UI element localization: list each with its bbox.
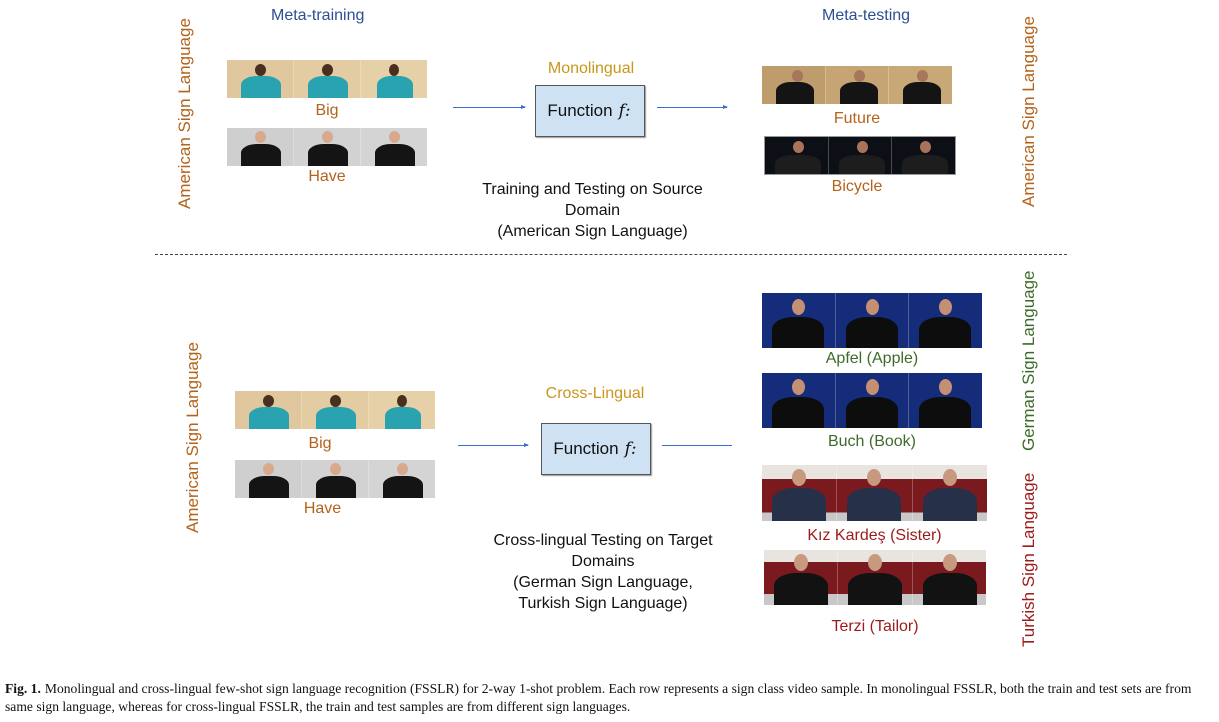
video-frame (762, 465, 837, 521)
video-frame (360, 60, 427, 98)
video-frame (762, 293, 835, 348)
sample-label-future: Future (833, 110, 881, 127)
video-frame (762, 373, 835, 428)
cross-lingual-label: Cross-Lingual (545, 385, 645, 402)
turkish-language-label: Turkish Sign Language (1019, 472, 1038, 648)
sample-label-have: Have (303, 500, 342, 517)
arrow-right-icon (662, 445, 732, 446)
section-divider (155, 254, 1067, 255)
mono-description: Training and Testing on Source Domain (A… (455, 179, 730, 242)
video-frame (293, 128, 360, 166)
sample-label-have: Have (308, 168, 346, 185)
video-frame (836, 465, 912, 521)
video-frame (301, 460, 368, 498)
meta-training-heading: Meta-training (271, 7, 365, 24)
mono-right-language-label: American Sign Language (1019, 16, 1038, 208)
sample-label-apfel: Apfel (Apple) (825, 350, 919, 367)
sample-label-big: Big (308, 435, 332, 452)
sample-label-bicycle: Bicycle (831, 178, 883, 195)
video-strip-big (235, 391, 435, 429)
sample-label-buch: Buch (Book) (827, 433, 917, 450)
video-frame (360, 128, 427, 166)
description-line: Cross-lingual Testing on Target (493, 532, 713, 549)
mono-left-language-label: American Sign Language (175, 18, 194, 210)
video-frame (301, 391, 368, 429)
caption-text: Monolingual and cross-lingual few-shot s… (5, 681, 1192, 714)
monolingual-label: Monolingual (547, 60, 635, 77)
video-frame (911, 465, 987, 521)
video-strip-terzi (764, 550, 986, 605)
video-frame (227, 128, 293, 166)
description-line: Domains (571, 553, 635, 570)
caption-label: Fig. 1. (5, 681, 41, 696)
figure-caption: Fig. 1. Monolingual and cross-lingual few… (5, 680, 1217, 716)
video-frame (227, 60, 293, 98)
video-frame (911, 550, 986, 605)
sample-label-kiz-kardes: Kız Kardeş (Sister) (807, 527, 942, 544)
cross-description: Cross-lingual Testing on Target Domains … (462, 530, 744, 614)
function-label: Function (547, 101, 613, 120)
video-frame (235, 391, 301, 429)
video-frame (368, 391, 435, 429)
meta-testing-heading: Meta-testing (822, 7, 911, 24)
video-strip-future (762, 66, 953, 104)
video-frame (834, 293, 909, 348)
description-line: Training and Testing on Source (482, 181, 703, 198)
video-frame (764, 550, 838, 605)
video-strip-bicycle (764, 136, 956, 175)
video-strip-kiz-kardes (762, 465, 987, 521)
video-strip-big (227, 60, 427, 98)
function-symbol: f: (618, 101, 631, 121)
video-strip-have (227, 128, 427, 166)
function-symbol: f: (624, 439, 637, 459)
function-box-mono: Function f: (535, 85, 645, 137)
video-strip-apfel (762, 293, 983, 348)
arrow-right-icon (453, 105, 526, 109)
video-frame (368, 460, 435, 498)
video-frame (908, 373, 983, 428)
video-frame (824, 66, 889, 104)
function-label: Function (553, 439, 619, 458)
description-line: Turkish Sign Language) (518, 595, 688, 612)
description-line: (German Sign Language, (513, 574, 693, 591)
function-box-cross: Function f: (541, 423, 651, 475)
video-frame (235, 460, 301, 498)
video-frame (765, 137, 828, 174)
german-language-label: German Sign Language (1019, 270, 1038, 452)
sample-label-big: Big (315, 102, 339, 119)
video-strip-buch (762, 373, 983, 428)
description-line: (American Sign Language) (497, 223, 688, 240)
arrow-right-icon (657, 105, 728, 109)
sample-label-terzi: Terzi (Tailor) (831, 618, 919, 635)
video-frame (908, 293, 983, 348)
video-frame (834, 373, 909, 428)
cross-left-language-label: American Sign Language (183, 342, 202, 534)
video-frame (827, 137, 892, 174)
video-frame (837, 550, 912, 605)
video-frame (762, 66, 825, 104)
video-frame (293, 60, 360, 98)
video-strip-have (235, 460, 435, 498)
description-line: Domain (564, 202, 621, 219)
video-frame (888, 66, 953, 104)
arrow-right-icon (458, 443, 529, 447)
video-frame (891, 137, 956, 174)
